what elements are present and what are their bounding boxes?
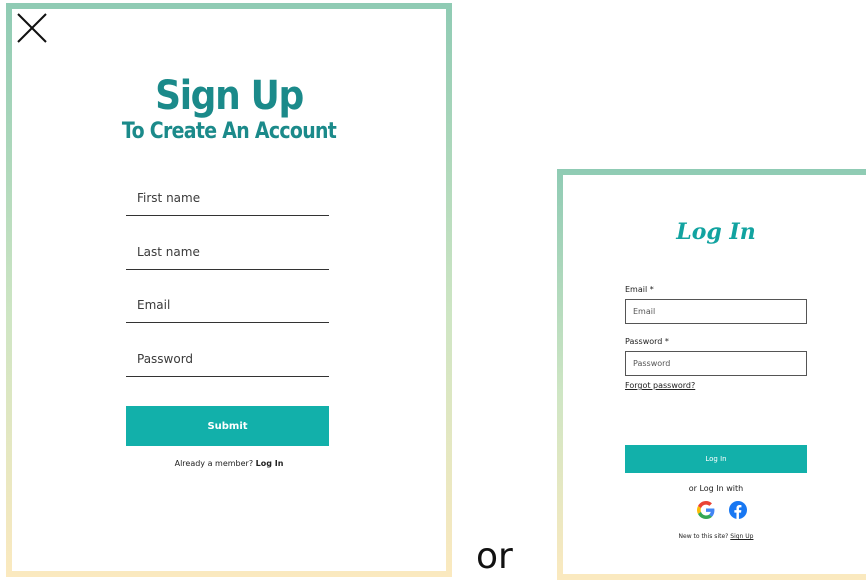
password-label: Password * [625, 337, 669, 346]
forgot-password-link[interactable]: Forgot password? [625, 381, 695, 390]
login-link[interactable]: Log In [256, 459, 284, 468]
close-icon[interactable] [14, 10, 50, 46]
or-separator: or [476, 536, 513, 577]
member-prompt-line: Already a member? Log In [6, 459, 452, 468]
new-to-site-line: New to this site? Sign Up [557, 533, 866, 540]
email-input[interactable] [126, 287, 329, 323]
login-card: Log In Email * Password * Forgot passwor… [557, 169, 866, 580]
facebook-icon[interactable] [729, 501, 747, 519]
google-icon[interactable] [697, 501, 715, 519]
signup-card: Sign Up To Create An Account Submit Alre… [6, 3, 452, 577]
last-name-input[interactable] [126, 234, 329, 270]
social-login-prompt: or Log In with [688, 484, 744, 493]
signup-title: Sign Up [155, 73, 304, 119]
new-prompt-text: New to this site? [678, 533, 729, 540]
signup-link[interactable]: Sign Up [730, 533, 753, 540]
login-email-input[interactable] [625, 299, 807, 324]
signup-subtitle: To Create An Account [121, 119, 337, 144]
login-title: Log In [676, 219, 756, 245]
submit-button[interactable]: Submit [126, 406, 329, 446]
member-prompt-text: Already a member? [174, 459, 254, 468]
first-name-input[interactable] [126, 180, 329, 216]
email-label: Email * [625, 285, 654, 294]
login-button[interactable]: Log In [625, 445, 807, 473]
login-password-input[interactable] [625, 351, 807, 376]
password-input[interactable] [126, 341, 329, 377]
